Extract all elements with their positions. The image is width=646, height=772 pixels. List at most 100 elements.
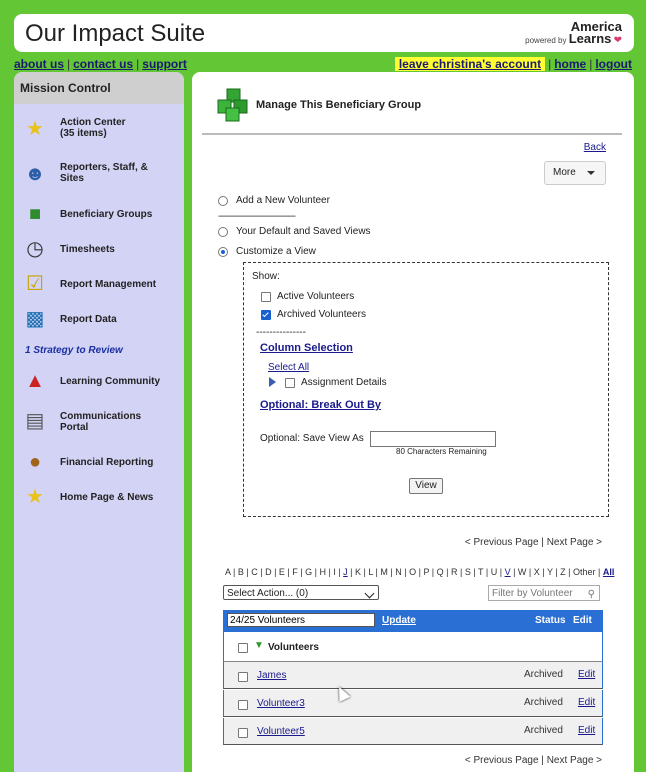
clock-icon: ◷ [26,238,44,260]
money-bag-icon: ● [28,451,42,473]
sidebar-item-financial-reporting[interactable]: ● Financial Reporting [14,447,184,477]
archived-volunteers-label: Archived Volunteers [277,309,366,320]
table-row: James Archived Edit [223,662,603,689]
row-checkbox[interactable] [238,700,248,710]
customize-view-label: Customize a View [236,246,316,257]
alpha-separator: | [470,567,479,577]
assignment-details-checkbox[interactable] [285,378,295,388]
alpha-separator: | [483,567,491,577]
group-checkbox[interactable] [238,643,248,653]
sidebar-item-reporters[interactable]: ☻ Reporters, Staff, & Sites [14,159,184,189]
star-icon: ★ [26,118,44,140]
alpha-separator: | [457,567,465,577]
saved-views-radio[interactable] [218,227,228,237]
alpha-separator: | [230,567,238,577]
status-cell: Archived [524,669,563,680]
checklist-icon: ☑ [26,273,44,295]
sidebar-item-learning-community[interactable]: ▲ Learning Community [14,366,184,396]
sidebar-item-report-data[interactable]: ▩ Report Data [14,304,184,334]
customize-view-radio[interactable] [218,247,228,257]
contact-link[interactable]: contact us [73,57,133,71]
group-label: Volunteers [268,642,319,653]
pager-top: < Previous Page | Next Page > [464,537,602,548]
status-column-header: Status [535,615,566,626]
status-cell: Archived [524,725,563,736]
row-checkbox[interactable] [238,672,248,682]
sidebar-item-action-center[interactable]: ★ Action Center (35 items) [14,114,184,144]
archived-volunteers-checkbox[interactable] [261,310,271,320]
alpha-separator: | [257,567,266,577]
chevron-down-icon [364,588,375,599]
active-volunteers-label: Active Volunteers [277,291,355,302]
app-header: Our Impact Suite America powered by Lear… [14,14,634,52]
break-out-link[interactable]: Optional: Break Out By [260,399,381,411]
save-view-input[interactable] [370,431,496,447]
heart-icon: ❤ [613,35,622,46]
alphabet-filter: A | B | C | D | E | F | G | H | I | J | … [225,567,614,577]
prev-page-link[interactable]: < Previous Page [465,537,539,548]
sidebar-item-home-page[interactable]: ★ Home Page & News [14,482,184,512]
status-cell: Archived [524,697,563,708]
prev-page-link[interactable]: < Previous Page [465,755,539,766]
alpha-letter-other[interactable]: Other [573,567,596,577]
volunteer-name-link[interactable]: Volunteer3 [257,698,305,709]
main-panel: Manage This Beneficiary Group Back More … [192,72,634,772]
select-action-dropdown[interactable]: Select Action... (0) [223,585,379,600]
alpha-separator: | [297,567,306,577]
edit-link[interactable]: Edit [578,697,595,708]
table-row: Volunteer5 Archived Edit [223,718,603,745]
alpha-letter-q[interactable]: Q [437,567,444,577]
volunteer-name-link[interactable]: James [257,670,286,681]
volunteer-count-field[interactable]: 24/25 Volunteers [227,613,375,627]
sidebar-item-report-management[interactable]: ☑ Report Management [14,269,184,299]
app-title: Our Impact Suite [25,20,206,47]
sidebar: Mission Control ★ Action Center (35 items… [14,72,184,772]
next-page-link[interactable]: Next Page > [547,755,602,766]
cubes-icon: ■ [28,203,42,225]
active-volunteers-checkbox[interactable] [261,292,271,302]
caret-down-icon [587,171,595,175]
column-selection-link[interactable]: Column Selection [260,342,353,354]
filter-volunteer-input[interactable]: Filter by Volunteer ⚲ [488,585,600,601]
collapse-arrow-icon[interactable]: ▼ [254,640,264,651]
row-checkbox[interactable] [238,728,248,738]
add-volunteer-label: Add a New Volunteer [236,195,330,206]
leave-account-link[interactable]: leave christina's account [394,57,546,71]
select-all-link[interactable]: Select All [268,362,309,373]
about-link[interactable]: about us [14,57,64,71]
save-view-label: Optional: Save View As [260,433,364,444]
alpha-separator: | [510,567,518,577]
alpha-separator: | [595,567,603,577]
home-link[interactable]: home [554,57,586,71]
sidebar-item-beneficiary-groups[interactable]: ■ Beneficiary Groups [14,199,184,229]
back-link[interactable]: Back [584,142,606,153]
edit-link[interactable]: Edit [578,725,595,736]
sidebar-item-timesheets[interactable]: ◷ Timesheets [14,234,184,264]
edit-column-header: Edit [573,615,592,626]
search-icon: ⚲ [587,589,595,600]
homepage-icon: ★ [26,486,44,508]
table-header: 24/25 Volunteers Update Status Edit [223,610,603,632]
strategy-to-review[interactable]: 1 Strategy to Review [25,345,123,356]
support-link[interactable]: support [142,57,187,71]
update-link[interactable]: Update [382,615,416,626]
expand-triangle-icon[interactable] [269,377,276,387]
characters-remaining: 80 Characters Remaining [396,447,487,456]
saved-views-label: Your Default and Saved Views [236,226,371,237]
add-volunteer-radio[interactable] [218,196,228,206]
logout-link[interactable]: logout [595,57,632,71]
edit-link[interactable]: Edit [578,669,595,680]
next-page-link[interactable]: Next Page > [547,537,602,548]
more-dropdown[interactable]: More [544,161,606,185]
alpha-letter-m[interactable]: M [380,567,388,577]
alpha-separator: | [443,567,451,577]
alpha-separator: | [565,567,573,577]
divider [202,133,622,135]
alpha-letter-all[interactable]: All [603,567,615,577]
sidebar-item-communications[interactable]: ▤ Communications Portal [14,406,184,436]
volunteers-group-row: ▼ Volunteers [223,632,603,662]
mission-control-title: Mission Control [14,72,184,104]
volunteer-name-link[interactable]: Volunteer5 [257,726,305,737]
view-button[interactable]: View [409,478,443,494]
alpha-separator: | [271,567,279,577]
